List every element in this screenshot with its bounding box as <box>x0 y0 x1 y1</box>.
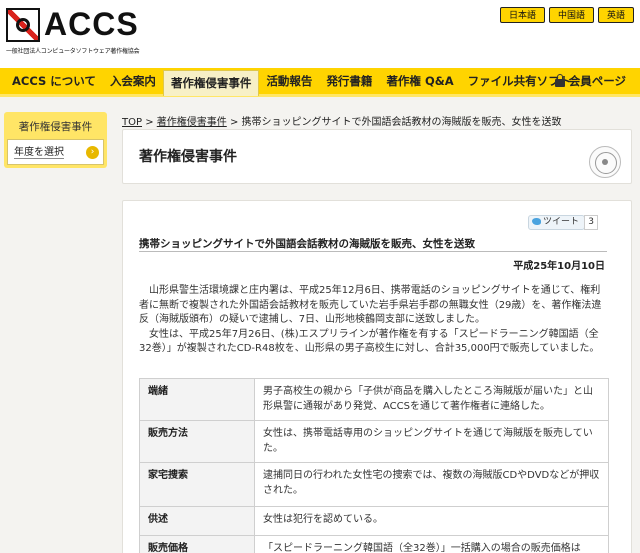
cd-disc-icon <box>589 146 621 178</box>
table-row-label: 供述 <box>139 506 255 536</box>
main-nav: ACCS について 入会案内 著作権侵害事件 活動報告 発行書籍 著作権 Q&A… <box>0 68 640 97</box>
sidebar-year-select[interactable]: 年度を選択 › <box>7 139 104 165</box>
breadcrumb-sep: > <box>226 117 242 128</box>
table-row: 供述 女性は犯行を認めている。 <box>139 506 609 536</box>
logo-subtitle: 一般社団法人コンピュータソフトウェア著作権協会 <box>6 48 140 55</box>
article-paragraph: 山形県警生活環境課と庄内署は、平成25年12月6日、携帯電話のショッピングサイト… <box>139 285 602 325</box>
nav-activity-reports[interactable]: 活動報告 <box>259 68 319 94</box>
nav-publications[interactable]: 発行書籍 <box>319 68 379 94</box>
article-title: 携帯ショッピングサイトで外国語会話教材の海賊版を販売、女性を送致 <box>139 238 475 250</box>
table-row-label: 販売価格 <box>139 535 255 553</box>
article: ツイート 3 携帯ショッピングサイトで外国語会話教材の海賊版を販売、女性を送致 … <box>122 200 632 553</box>
site-header: ACCS 一般社団法人コンピュータソフトウェア著作権協会 日本語 中国語 英語 <box>0 0 640 68</box>
tweet-button[interactable]: ツイート <box>527 215 585 230</box>
lang-chinese[interactable]: 中国語 <box>548 7 594 23</box>
sidebar-year-select-label: 年度を選択 <box>14 147 64 159</box>
logo-mark-icon <box>6 8 40 42</box>
nav-about[interactable]: ACCS について <box>0 68 103 94</box>
nav-copyright-qa[interactable]: 著作権 Q&A <box>379 68 460 94</box>
breadcrumb-section[interactable]: 著作権侵害事件 <box>157 117 227 128</box>
article-body: 山形県警生活環境課と庄内署は、平成25年12月6日、携帯電話のショッピングサイト… <box>139 284 609 357</box>
table-row-label: 家宅捜索 <box>139 462 255 507</box>
twitter-bird-icon <box>531 218 541 225</box>
table-row-value: 「スピードラーニング韓国語（全32巻）」一括購入の場合の販売価格は <box>254 535 609 553</box>
sidebar: 著作権侵害事件 年度を選択 › <box>4 112 107 168</box>
nav-infringement-cases[interactable]: 著作権侵害事件 <box>162 70 260 96</box>
member-page-label: 会員ページ <box>568 74 626 88</box>
table-row-label: 端緒 <box>139 378 255 421</box>
table-row: 家宅捜索 逮捕同日の行われた女性宅の捜索では、複数の海賊版CDやDVDなどが押収… <box>139 462 609 507</box>
member-page-link[interactable]: 会員ページ <box>554 68 626 94</box>
breadcrumb-sep: > <box>142 117 157 128</box>
tweet-count: 3 <box>584 215 598 230</box>
table-row-value: 男子高校生の親から「子供が商品を購入したところ海賊版が届いた」と山形県警に通報が… <box>254 378 609 421</box>
page-title-box: 著作権侵害事件 <box>122 129 632 184</box>
breadcrumb-top[interactable]: TOP <box>122 117 142 128</box>
table-row-value: 女性は、携帯電話専用のショッピングサイトを通じて海賊版を販売していた。 <box>254 420 609 463</box>
article-date: 平成25年10月10日 <box>513 261 605 272</box>
lang-japanese[interactable]: 日本語 <box>499 7 545 23</box>
nav-membership[interactable]: 入会案内 <box>103 68 163 94</box>
table-row-value: 女性は犯行を認めている。 <box>254 506 609 536</box>
article-paragraph: 女性は、平成25年7月26日、(株)エスプリラインが著作権を有する「スピードラー… <box>139 328 600 355</box>
table-row: 端緒 男子高校生の親から「子供が商品を購入したところ海賊版が届いた」と山形県警に… <box>139 378 609 421</box>
table-row-label: 販売方法 <box>139 420 255 463</box>
case-details-table: 端緒 男子高校生の親から「子供が商品を購入したところ海賊版が届いた」と山形県警に… <box>139 378 609 553</box>
page-title: 著作権侵害事件 <box>139 149 237 165</box>
article-divider <box>139 251 607 252</box>
arrow-right-icon: › <box>86 146 99 159</box>
accs-logo[interactable]: ACCS 一般社団法人コンピュータソフトウェア著作権協会 <box>6 6 156 55</box>
breadcrumb-current: 携帯ショッピングサイトで外国語会話教材の海賊版を販売、女性を送致 <box>241 117 562 128</box>
lang-english[interactable]: 英語 <box>597 7 634 23</box>
table-row: 販売方法 女性は、携帯電話専用のショッピングサイトを通じて海賊版を販売していた。 <box>139 420 609 463</box>
logo-word: ACCS <box>44 6 139 42</box>
lock-icon <box>554 74 565 87</box>
breadcrumb: TOP > 著作権侵害事件 > 携帯ショッピングサイトで外国語会話教材の海賊版を… <box>122 113 562 128</box>
language-switcher: 日本語 中国語 英語 <box>499 7 634 23</box>
table-row: 販売価格 「スピードラーニング韓国語（全32巻）」一括購入の場合の販売価格は <box>139 535 609 553</box>
tweet-label: ツイート <box>542 217 579 227</box>
sidebar-title: 著作権侵害事件 <box>18 121 93 133</box>
table-row-value: 逮捕同日の行われた女性宅の捜索では、複数の海賊版CDやDVDなどが押収された。 <box>254 462 609 507</box>
